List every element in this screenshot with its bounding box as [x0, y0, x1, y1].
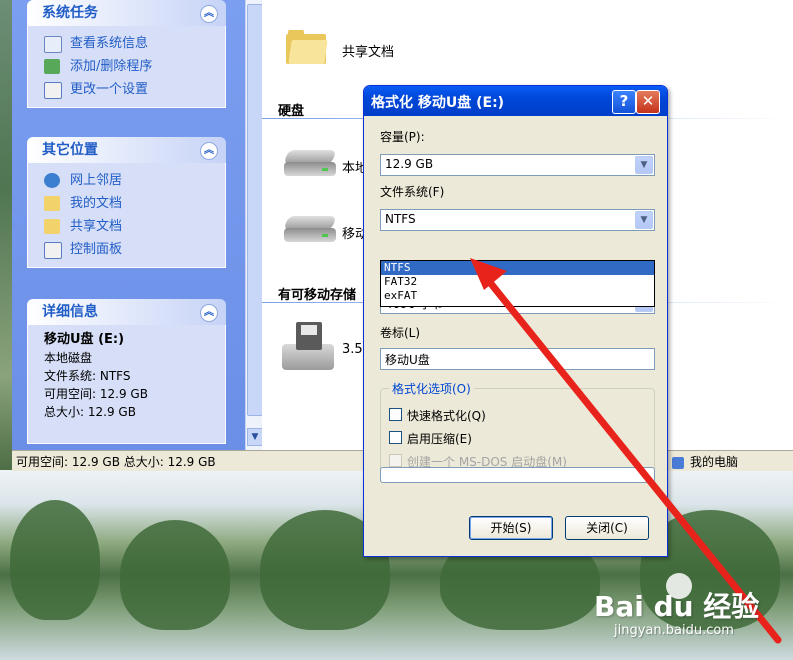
shared-documents-item[interactable]: 共享文档: [342, 41, 394, 60]
other-places-header[interactable]: 其它位置 ︽: [27, 137, 226, 163]
chevron-down-icon[interactable]: ▼: [635, 156, 653, 174]
desktop-wallpaper-left: [0, 0, 12, 470]
enable-compression-checkbox[interactable]: 启用压缩(E): [389, 430, 472, 447]
details-header[interactable]: 详细信息 ︽: [27, 299, 226, 325]
place-my-documents[interactable]: 我的文档: [44, 192, 225, 215]
hard-disks-header: 硬盘: [278, 104, 305, 119]
task-view-system-info[interactable]: 查看系统信息: [44, 32, 225, 55]
system-tasks-list: 查看系统信息 添加/删除程序 更改一个设置: [27, 26, 226, 108]
other-places-group: 其它位置 ︽ 网上邻居 我的文档 共享文档 控制面板: [27, 137, 226, 268]
network-icon: [44, 173, 60, 188]
removable-drive-icon[interactable]: [282, 216, 338, 244]
status-space-text: 可用空间: 12.9 GB 总大小: 12.9 GB: [16, 455, 216, 469]
close-button[interactable]: 关闭(C): [565, 516, 649, 540]
details-file-system: 文件系统: NTFS: [44, 369, 131, 383]
floppy-drive-icon[interactable]: [282, 322, 334, 372]
filesystem-option-fat32[interactable]: FAT32: [381, 275, 654, 289]
volume-label-input[interactable]: 移动U盘: [380, 348, 655, 370]
filesystem-dropdown-list[interactable]: NTFS FAT32 exFAT: [380, 260, 655, 307]
task-change-setting[interactable]: 更改一个设置: [44, 78, 225, 101]
floppy-drive-item[interactable]: 3.5: [342, 342, 363, 357]
removable-storage-header: 有可移动存储: [278, 288, 357, 303]
format-options-title: 格式化选项(O): [389, 380, 474, 397]
baidu-paw-logo: [666, 573, 692, 599]
add-remove-programs-icon: [44, 59, 60, 74]
scrollbar-thumb[interactable]: [247, 4, 263, 416]
chevron-down-icon[interactable]: ▼: [635, 211, 653, 229]
start-button[interactable]: 开始(S): [469, 516, 553, 540]
format-dialog: 格式化 移动U盘 (E:) ? ✕ 容量(P): 12.9 GB ▼ 文件系统(…: [363, 85, 668, 557]
capacity-select[interactable]: 12.9 GB ▼: [380, 154, 655, 176]
collapse-chevron-icon[interactable]: ︽: [200, 5, 218, 23]
checkbox-icon[interactable]: [389, 431, 402, 444]
quick-format-checkbox[interactable]: 快速格式化(Q): [389, 407, 486, 424]
filesystem-label: 文件系统(F): [380, 185, 445, 199]
close-icon[interactable]: ✕: [636, 90, 660, 114]
task-pane: 系统任务 ︽ 查看系统信息 添加/删除程序 更改一个设置 其它位置 ︽ 网上邻居…: [12, 0, 245, 450]
format-progress-bar: [380, 467, 655, 483]
task-add-remove-programs[interactable]: 添加/删除程序: [44, 55, 225, 78]
status-zone: 我的电脑: [672, 453, 738, 470]
details-total-size: 总大小: 12.9 GB: [44, 405, 136, 419]
system-tasks-header[interactable]: 系统任务 ︽: [27, 0, 226, 26]
filesystem-select[interactable]: NTFS ▼: [380, 209, 655, 231]
computer-icon: [672, 456, 684, 469]
checkbox-icon: [389, 454, 402, 467]
control-panel-icon: [44, 242, 62, 259]
filesystem-option-ntfs[interactable]: NTFS: [381, 261, 654, 275]
volume-label-label: 卷标(L): [380, 326, 421, 340]
folder-icon[interactable]: [286, 30, 328, 64]
details-drive-type: 本地磁盘: [44, 351, 93, 365]
watermark-url: jingyan.baidu.com: [614, 623, 734, 638]
dialog-title: 格式化 移动U盘 (E:): [371, 95, 505, 111]
control-panel-icon: [44, 82, 62, 99]
capacity-label: 容量(P):: [380, 130, 425, 144]
place-shared-documents[interactable]: 共享文档: [44, 215, 225, 238]
dialog-titlebar[interactable]: 格式化 移动U盘 (E:) ? ✕: [364, 86, 667, 116]
dialog-body: 容量(P): 12.9 GB ▼ 文件系统(F) NTFS ▼ NTFS FAT…: [367, 116, 664, 553]
baidu-watermark: Bai du 经验 jingyan.baidu.com: [594, 573, 759, 638]
checkbox-icon[interactable]: [389, 408, 402, 421]
my-documents-icon: [44, 196, 60, 211]
system-info-icon: [44, 36, 62, 53]
details-group: 详细信息 ︽ 移动U盘 (E:) 本地磁盘 文件系统: NTFS 可用空间: 1…: [27, 299, 226, 444]
place-network[interactable]: 网上邻居: [44, 169, 225, 192]
details-free-space: 可用空间: 12.9 GB: [44, 387, 148, 401]
help-button[interactable]: ?: [612, 90, 636, 114]
other-places-list: 网上邻居 我的文档 共享文档 控制面板: [27, 163, 226, 268]
task-pane-scrollbar[interactable]: ▼: [245, 0, 263, 450]
folder-icon: [44, 219, 60, 234]
hard-drive-icon[interactable]: [282, 150, 338, 178]
system-tasks-group: 系统任务 ︽ 查看系统信息 添加/删除程序 更改一个设置: [27, 0, 226, 108]
scroll-down-arrow-icon[interactable]: ▼: [247, 428, 263, 446]
collapse-chevron-icon[interactable]: ︽: [200, 304, 218, 322]
details-drive-name: 移动U盘 (E:): [44, 332, 125, 347]
status-computer-label: 我的电脑: [690, 455, 739, 469]
filesystem-option-exfat[interactable]: exFAT: [381, 289, 654, 303]
place-control-panel[interactable]: 控制面板: [44, 238, 225, 261]
details-body: 移动U盘 (E:) 本地磁盘 文件系统: NTFS 可用空间: 12.9 GB …: [27, 325, 226, 444]
collapse-chevron-icon[interactable]: ︽: [200, 142, 218, 160]
